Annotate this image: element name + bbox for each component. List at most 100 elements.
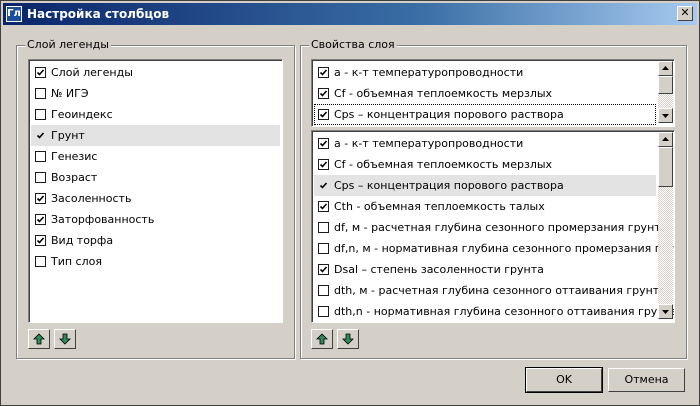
- list-item[interactable]: dth, м - расчетная глубина сезонного отт…: [314, 280, 666, 301]
- checkbox[interactable]: [35, 172, 46, 183]
- list-item[interactable]: a - к-т температуропроводности: [314, 133, 656, 154]
- list-item[interactable]: Вид торфа: [31, 230, 280, 251]
- list-item[interactable]: Dsal – степень засоленности грунта: [314, 259, 656, 280]
- checkbox[interactable]: [35, 151, 46, 162]
- arrow-down-icon: [342, 333, 354, 345]
- triangle-down-icon: [662, 114, 669, 118]
- checkbox[interactable]: [318, 222, 329, 233]
- list-item[interactable]: df,n, м - нормативная глубина сезонного …: [314, 238, 674, 259]
- list-item-label: Геоиндекс: [51, 108, 113, 121]
- list-item[interactable]: Грунт: [31, 125, 280, 146]
- list-item[interactable]: № ИГЭ: [31, 83, 280, 104]
- legend-move-up-button[interactable]: [28, 329, 50, 349]
- arrow-up-icon: [33, 333, 45, 345]
- checkbox[interactable]: [318, 109, 329, 120]
- scroll-down-button[interactable]: [658, 304, 673, 319]
- list-item[interactable]: Тип слоя: [31, 251, 280, 272]
- checkbox[interactable]: [35, 193, 46, 204]
- checkbox[interactable]: [318, 285, 329, 296]
- list-item-label: Cf - объемная теплоемкость мерзлых: [334, 87, 553, 100]
- legend-move-down-button[interactable]: [54, 329, 76, 349]
- checkbox[interactable]: [35, 109, 46, 120]
- checkmark-icon: [36, 132, 45, 139]
- triangle-up-icon: [662, 137, 669, 141]
- list-item-label: Засоленность: [51, 192, 132, 205]
- triangle-down-icon: [662, 310, 669, 314]
- props-group-title: Свойства слоя: [309, 38, 397, 52]
- app-icon: Гл: [6, 6, 22, 22]
- checkbox[interactable]: [35, 88, 46, 99]
- props-move-down-button[interactable]: [337, 329, 359, 349]
- scroll-up-button[interactable]: [658, 61, 673, 76]
- list-item[interactable]: Геоиндекс: [31, 104, 280, 125]
- list-item-label: dth, м - расчетная глубина сезонного отт…: [334, 284, 666, 297]
- dialog-window: Гл Настройка столбцов ✕ Слой легенды Сло…: [0, 0, 700, 406]
- list-item[interactable]: Заторфованность: [31, 209, 280, 230]
- checkbox[interactable]: [318, 306, 329, 317]
- arrow-down-icon: [59, 333, 71, 345]
- props-available-list[interactable]: a - к-т температуропроводности Cf - объем…: [311, 130, 675, 323]
- scrollbar-thumb[interactable]: [658, 76, 673, 94]
- list-item[interactable]: Засоленность: [31, 188, 280, 209]
- checkbox[interactable]: [35, 214, 46, 225]
- checkbox[interactable]: [318, 243, 329, 254]
- vertical-scrollbar[interactable]: [658, 61, 673, 123]
- list-item[interactable]: df, м - расчетная глубина сезонного пром…: [314, 217, 667, 238]
- legend-list[interactable]: Слой легенды № ИГЭ Геоиндекс Грунт Генезис Во…: [28, 59, 283, 323]
- checkbox[interactable]: [318, 201, 329, 212]
- checkbox[interactable]: [318, 264, 329, 275]
- props-move-up-button[interactable]: [311, 329, 333, 349]
- scroll-down-button[interactable]: [658, 108, 673, 123]
- list-item[interactable]: Генезис: [31, 146, 280, 167]
- window-title: Настройка столбцов: [27, 7, 170, 21]
- list-item-label: Вид торфа: [51, 234, 114, 247]
- checkbox[interactable]: [35, 235, 46, 246]
- close-icon: ✕: [680, 6, 690, 19]
- list-item-label: Cps – концентрация порового раствора: [334, 179, 564, 192]
- list-item-label: a - к-т температуропроводности: [334, 137, 524, 150]
- list-item-label: a - к-т температуропроводности: [334, 66, 524, 79]
- checkbox[interactable]: [318, 88, 329, 99]
- list-item[interactable]: Возраст: [31, 167, 280, 188]
- checkbox[interactable]: [318, 159, 329, 170]
- checkbox[interactable]: [318, 180, 329, 191]
- list-item[interactable]: Cps – концентрация порового раствора: [314, 175, 656, 196]
- legend-group-title: Слой легенды: [25, 38, 111, 52]
- list-item-label: df, м - расчетная глубина сезонного пром…: [334, 221, 668, 234]
- checkmark-icon: [36, 216, 45, 223]
- close-button[interactable]: ✕: [677, 6, 693, 21]
- checkmark-icon: [36, 195, 45, 202]
- list-item[interactable]: Cps – концентрация порового раствора: [314, 104, 656, 125]
- scrollbar-thumb[interactable]: [658, 147, 673, 187]
- list-item-label: № ИГЭ: [51, 87, 89, 100]
- list-item-label: Грунт: [51, 129, 85, 142]
- checkmark-icon: [319, 111, 328, 118]
- props-selected-list[interactable]: a - к-т температуропроводности Cf - объем…: [311, 59, 675, 127]
- list-item[interactable]: a - к-т температуропроводности: [314, 62, 656, 83]
- checkmark-icon: [319, 69, 328, 76]
- list-item[interactable]: Cth - объемная теплоемкость талых: [314, 196, 656, 217]
- list-item-label: Cth - объемная теплоемкость талых: [334, 200, 545, 213]
- list-item-label: Тип слоя: [51, 255, 102, 268]
- checkbox[interactable]: [35, 256, 46, 267]
- list-item-label: Возраст: [51, 171, 98, 184]
- ok-button[interactable]: OK: [525, 367, 603, 393]
- checkbox[interactable]: [35, 130, 46, 141]
- scroll-up-button[interactable]: [658, 132, 673, 147]
- list-item-label: Заторфованность: [51, 213, 155, 226]
- arrow-up-icon: [316, 333, 328, 345]
- checkmark-icon: [36, 69, 45, 76]
- list-item[interactable]: Слой легенды: [31, 62, 280, 83]
- checkmark-icon: [36, 237, 45, 244]
- checkbox[interactable]: [35, 67, 46, 78]
- vertical-scrollbar[interactable]: [658, 132, 673, 319]
- list-item[interactable]: Cf - объемная теплоемкость мерзлых: [314, 83, 656, 104]
- list-item[interactable]: Cf - объемная теплоемкость мерзлых: [314, 154, 656, 175]
- title-bar[interactable]: Гл Настройка столбцов ✕: [3, 3, 697, 25]
- checkbox[interactable]: [318, 138, 329, 149]
- checkmark-icon: [319, 203, 328, 210]
- cancel-button[interactable]: Отмена: [608, 368, 685, 392]
- list-item[interactable]: dth,n - нормативная глубина сезонного от…: [314, 301, 674, 322]
- checkbox[interactable]: [318, 67, 329, 78]
- checkmark-icon: [319, 140, 328, 147]
